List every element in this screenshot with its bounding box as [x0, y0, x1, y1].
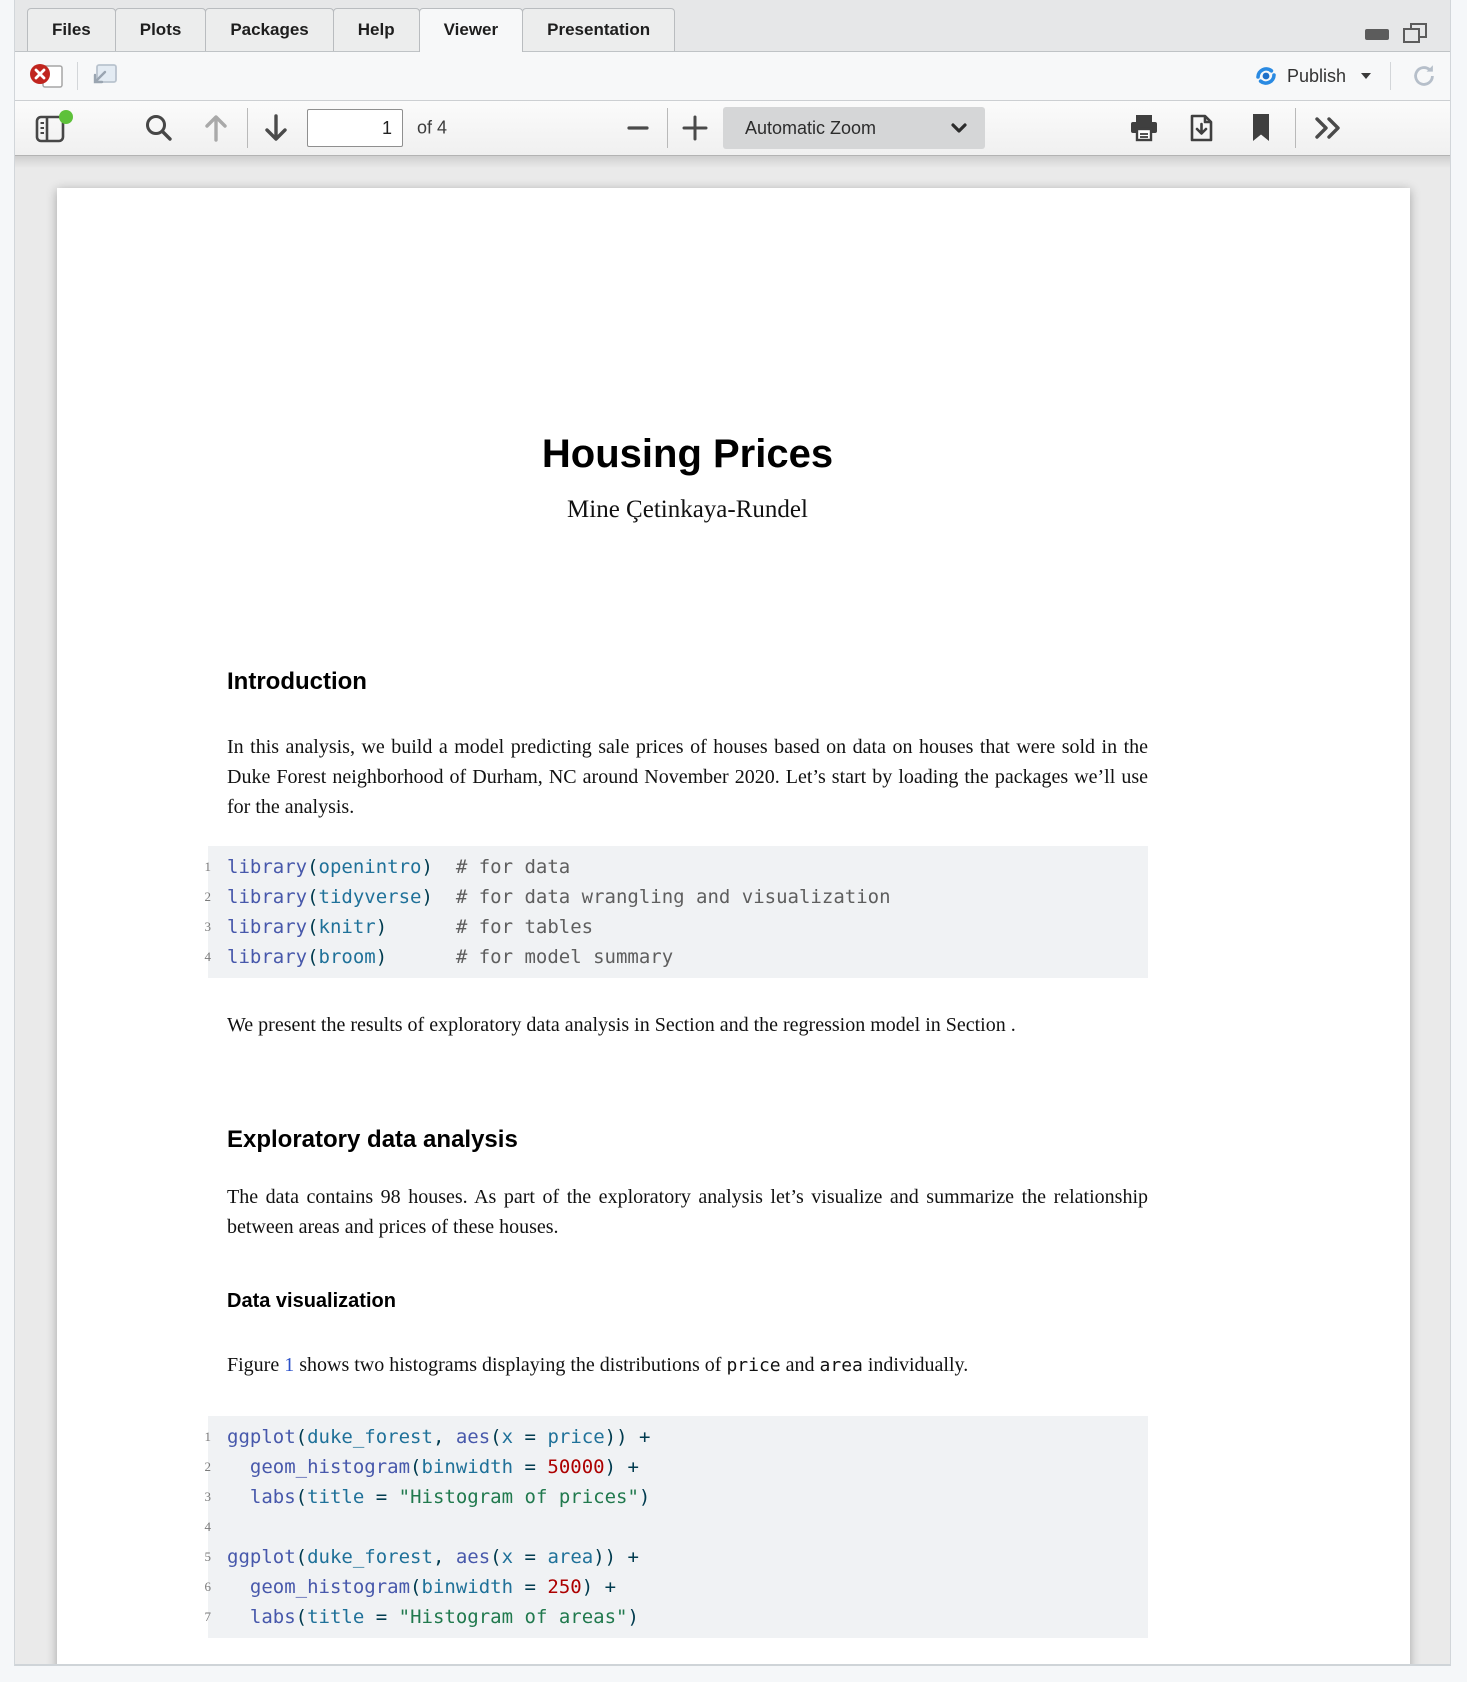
heading-data-visualization: Data visualization	[227, 1290, 396, 1313]
toolbar-divider	[1390, 62, 1391, 90]
download-button[interactable]	[1185, 112, 1217, 144]
text-run: individually.	[863, 1354, 968, 1376]
code-line: 7 labs(title = "Histogram of areas")	[227, 1602, 1148, 1632]
more-tools-button[interactable]	[1309, 113, 1345, 143]
tab-viewer[interactable]: Viewer	[419, 8, 524, 52]
double-chevron-right-icon	[1309, 113, 1345, 143]
line-number: 6	[181, 1572, 211, 1602]
tab-plots[interactable]: Plots	[115, 8, 207, 51]
code-line: 3library(knitr) # for tables	[227, 912, 1148, 942]
tab-files[interactable]: Files	[27, 8, 116, 51]
minimize-pane-button[interactable]	[1364, 22, 1390, 44]
inline-code: area	[820, 1355, 863, 1376]
sidebar-toggle-button[interactable]	[33, 109, 73, 147]
line-number: 3	[181, 1482, 211, 1512]
line-number: 1	[181, 852, 211, 882]
document-author: Mine Çetinkaya-Rundel	[227, 496, 1148, 524]
print-icon	[1127, 112, 1161, 144]
tab-packages[interactable]: Packages	[205, 8, 333, 51]
publish-button[interactable]	[1254, 64, 1278, 88]
code-line: 3 labs(title = "Histogram of prices")	[227, 1482, 1148, 1512]
zoom-out-button[interactable]	[623, 113, 653, 143]
stop-button[interactable]	[29, 61, 67, 91]
download-icon	[1185, 112, 1217, 144]
arrow-up-icon	[201, 111, 231, 145]
sidebar-badge	[59, 110, 73, 124]
next-page-button[interactable]	[261, 111, 291, 145]
code-line: 4	[227, 1512, 1148, 1542]
publish-dropdown-caret[interactable]	[1361, 73, 1371, 79]
code-line: 1ggplot(duke_forest, aes(x = price)) +	[227, 1422, 1148, 1452]
line-number: 4	[181, 942, 211, 972]
line-number: 3	[181, 912, 211, 942]
text-run: Figure	[227, 1354, 284, 1376]
inline-code: price	[726, 1355, 780, 1376]
minus-icon	[623, 113, 653, 143]
maximize-pane-button[interactable]	[1402, 22, 1428, 44]
paragraph-intro: In this analysis, we build a model predi…	[227, 732, 1148, 822]
arrow-down-icon	[261, 111, 291, 145]
zoom-select[interactable]: Automatic Zoom	[723, 107, 985, 149]
pdf-toolbar: of 4 Automatic Zoom	[15, 100, 1450, 156]
publish-icon	[1254, 64, 1278, 88]
toolbar-divider	[1295, 108, 1296, 148]
code-line: 2 geom_histogram(binwidth = 50000) +	[227, 1452, 1148, 1482]
viewer-pane: FilesPlotsPackagesHelpViewerPresentation	[14, 0, 1451, 1666]
publish-label[interactable]: Publish	[1287, 66, 1346, 87]
refresh-button[interactable]	[1410, 62, 1438, 90]
pdf-page: Housing Prices Mine Çetinkaya-Rundel Int…	[57, 188, 1410, 1664]
find-button[interactable]	[143, 112, 175, 144]
pdf-viewer-area[interactable]: Housing Prices Mine Çetinkaya-Rundel Int…	[15, 156, 1450, 1664]
text-run: shows two histograms displaying the dist…	[294, 1354, 726, 1376]
document-title: Housing Prices	[227, 432, 1148, 477]
print-button[interactable]	[1127, 112, 1161, 144]
paragraph-present: We present the results of exploratory da…	[227, 1010, 1148, 1040]
window-icon	[97, 65, 116, 82]
page-number-input[interactable]	[307, 109, 403, 147]
line-number: 2	[181, 1452, 211, 1482]
toolbar-divider	[77, 62, 78, 90]
line-number: 1	[181, 1422, 211, 1452]
heading-eda: Exploratory data analysis	[227, 1126, 518, 1154]
zoom-in-button[interactable]	[679, 112, 711, 144]
figure-link[interactable]: 1	[284, 1354, 294, 1376]
chevron-down-icon	[949, 120, 969, 136]
viewer-pane-tabs: FilesPlotsPackagesHelpViewerPresentation	[15, 0, 1450, 52]
line-number: 2	[181, 882, 211, 912]
code-block-ggplot: 1ggplot(duke_forest, aes(x = price)) +2 …	[208, 1416, 1148, 1638]
open-new-window-button[interactable]	[88, 62, 118, 90]
toolbar-divider	[247, 108, 248, 148]
plus-icon	[679, 112, 711, 144]
tab-presentation[interactable]: Presentation	[522, 8, 675, 51]
tab-help[interactable]: Help	[333, 8, 420, 51]
paragraph-eda: The data contains 98 houses. As part of …	[227, 1182, 1148, 1242]
code-line: 1library(openintro) # for data	[227, 852, 1148, 882]
search-icon	[143, 112, 175, 144]
line-number: 5	[181, 1542, 211, 1572]
previous-page-button[interactable]	[201, 111, 231, 145]
toolbar-divider	[667, 108, 668, 148]
code-line: 6 geom_histogram(binwidth = 250) +	[227, 1572, 1148, 1602]
viewer-toolbar: Publish	[15, 52, 1450, 100]
line-number: 4	[181, 1512, 211, 1542]
text-run: and	[781, 1354, 820, 1376]
zoom-select-value: Automatic Zoom	[745, 118, 949, 139]
bookmark-button[interactable]	[1249, 112, 1273, 144]
paragraph-figure: Figure 1 shows two histograms displaying…	[227, 1350, 1148, 1381]
code-line: 5ggplot(duke_forest, aes(x = area)) +	[227, 1542, 1148, 1572]
code-line: 4library(broom) # for model summary	[227, 942, 1148, 972]
bookmark-icon	[1249, 112, 1273, 144]
line-number: 7	[181, 1602, 211, 1632]
code-line: 2library(tidyverse) # for data wrangling…	[227, 882, 1148, 912]
page-count-label: of 4	[417, 118, 447, 139]
code-block-libraries: 1library(openintro) # for data2library(t…	[208, 846, 1148, 978]
heading-introduction: Introduction	[227, 668, 367, 696]
refresh-icon	[1410, 62, 1438, 90]
